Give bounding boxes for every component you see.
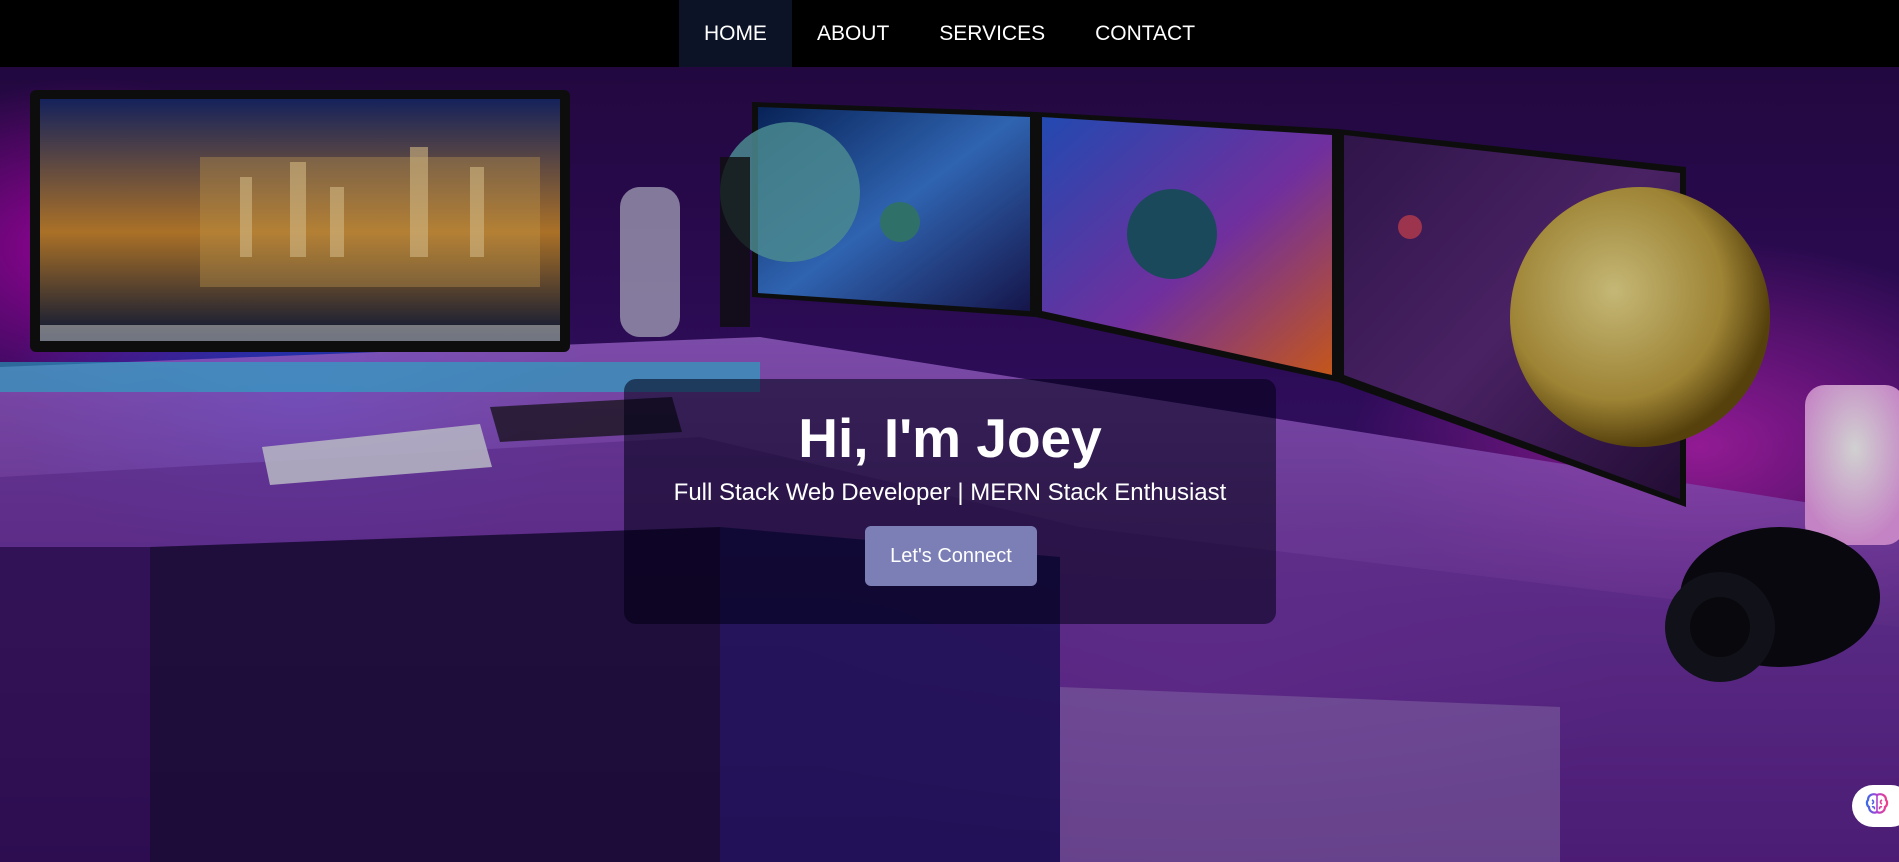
nav-services-link[interactable]: SERVICES (914, 0, 1070, 67)
hero-intro-card: Hi, I'm Joey Full Stack Web Developer | … (624, 379, 1276, 624)
assistant-fab-button[interactable] (1852, 785, 1899, 827)
hero-subtitle: Full Stack Web Developer | MERN Stack En… (673, 479, 1227, 506)
nav-about-link[interactable]: ABOUT (792, 0, 914, 67)
brain-icon (1864, 791, 1890, 822)
nav-home-link[interactable]: HOME (678, 0, 792, 67)
top-navbar: HOME ABOUT SERVICES CONTACT (0, 0, 1899, 67)
nav-contact-link[interactable]: CONTACT (1070, 0, 1220, 67)
hero-section: Hi, I'm Joey Full Stack Web Developer | … (0, 67, 1899, 862)
hero-title: Hi, I'm Joey (798, 407, 1102, 469)
lets-connect-button[interactable]: Let's Connect (865, 526, 1037, 586)
